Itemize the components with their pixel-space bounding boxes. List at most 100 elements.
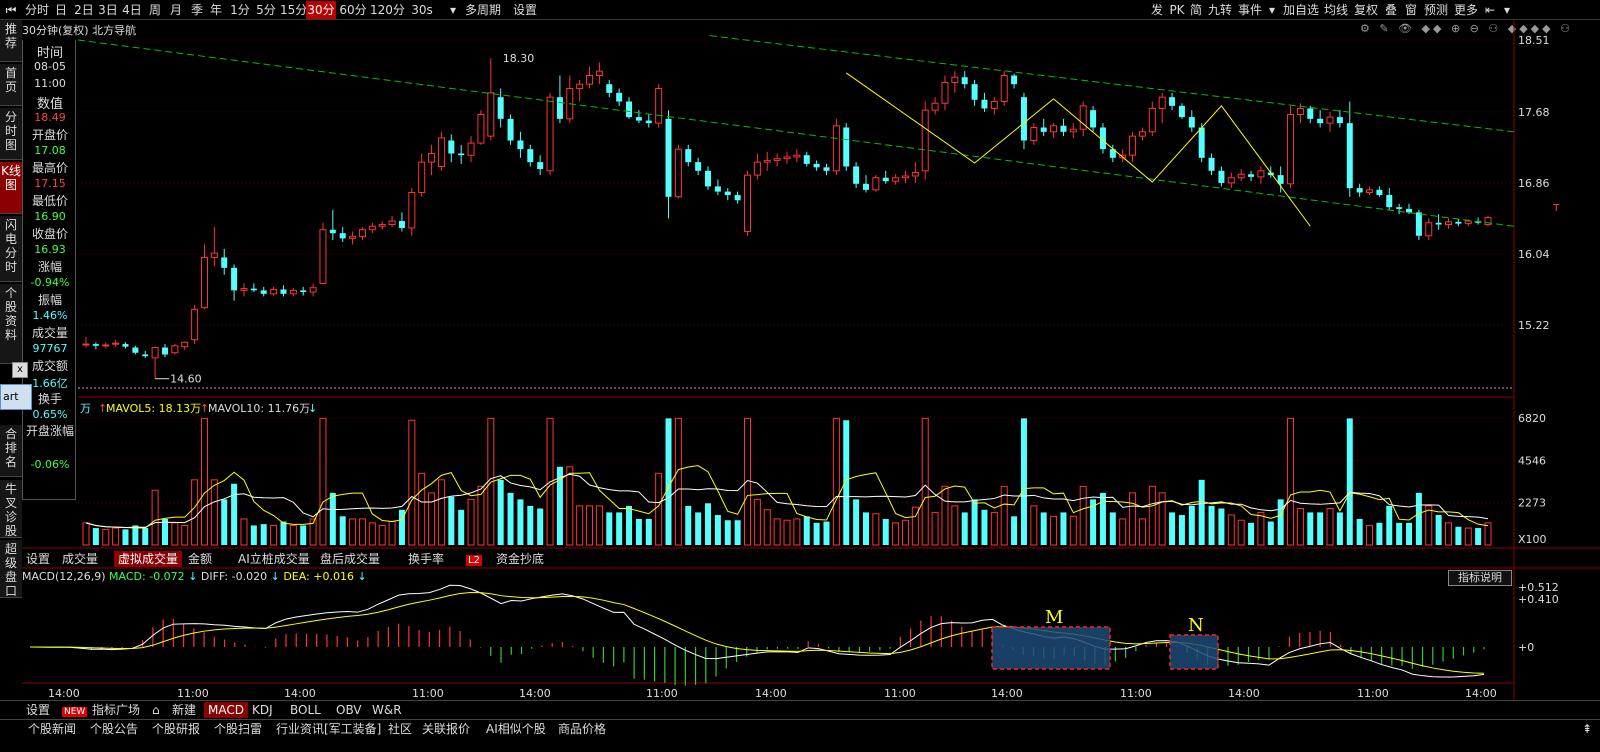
indicator-tab-5[interactable]: MACD: [204, 702, 248, 718]
time-label-4: 14:00: [519, 687, 551, 700]
info-tab-5[interactable]: 社区: [384, 721, 416, 737]
pane-tab-7[interactable]: L2: [462, 551, 488, 567]
info-tab-1[interactable]: 个股公告: [86, 721, 142, 737]
vol-bar-111: [1178, 515, 1185, 545]
vol-unit: 万: [80, 402, 91, 415]
vol-bar-129: [1356, 518, 1363, 545]
vol-bar-10: [181, 524, 189, 546]
pane-tab-8[interactable]: 资金抄底: [492, 551, 548, 567]
candle-body-43: [507, 118, 514, 141]
vol-bar-117: [1237, 519, 1245, 546]
indicator-tab-8[interactable]: OBV: [332, 702, 366, 718]
l2-badge: L2: [466, 555, 482, 566]
vol-bar-66: [734, 520, 741, 545]
candle-body-30: [378, 224, 386, 227]
candle-body-100: [1069, 128, 1077, 133]
candle-body-102: [1090, 110, 1097, 128]
pane-tab-2[interactable]: 虚拟成交量: [114, 551, 183, 567]
info-tab-8[interactable]: 商品价格: [554, 721, 610, 737]
vol-bar-29: [368, 522, 376, 546]
indicator-tabs: 设置 NEW 指标广场 ⌂ 新建 MACD KDJ BOLL OBV W&R: [0, 700, 1600, 718]
vol-bar-51: [586, 505, 594, 546]
candle-body-57: [645, 120, 652, 124]
pane-tab-5[interactable]: 盘后成交量: [316, 551, 384, 567]
vol-bar-123: [1296, 508, 1304, 546]
vol-bar-72: [793, 518, 801, 546]
candle-body-44: [517, 140, 524, 150]
collapse-icon[interactable]: ⇞: [1578, 721, 1596, 737]
info-tab-2[interactable]: 个股研报: [148, 721, 204, 737]
vol-bar-14: [221, 499, 228, 545]
candle-body-38: [458, 153, 465, 156]
diff-value: DIFF: -0.020: [200, 570, 268, 583]
candle-body-23: [309, 287, 317, 293]
info-tab-6[interactable]: 关联报价: [418, 721, 474, 737]
indicator-tab-0[interactable]: 设置: [22, 702, 54, 718]
candle-body-7: [151, 347, 159, 359]
indicator-tab-4[interactable]: 新建: [168, 702, 200, 718]
candle-body-10: [181, 341, 189, 348]
indicator-tab-3[interactable]: ⌂: [148, 702, 164, 718]
vol-tick-3: X100: [1518, 533, 1547, 546]
vol-bar-33: [408, 419, 416, 546]
vol-tick-1: 4546: [1518, 454, 1546, 467]
vol-bar-127: [1336, 512, 1343, 545]
pane-tab-4[interactable]: AI立桩成交量: [234, 551, 314, 567]
vol-bar-52: [595, 505, 603, 546]
candle-body-13: [210, 252, 218, 258]
vol-bar-65: [724, 520, 731, 545]
vol-bar-119: [1257, 511, 1265, 546]
indicator-tab-7[interactable]: BOLL: [286, 702, 325, 718]
candle-body-134: [1406, 208, 1413, 213]
price-tick-1: 17.68: [1518, 106, 1550, 119]
candle-body-12: [200, 256, 208, 309]
info-tab-4[interactable]: 行业资讯[军工装备]: [272, 721, 385, 737]
vol-bar-132: [1386, 505, 1393, 545]
signal-box-m: [991, 626, 1111, 670]
vol-bar-126: [1326, 508, 1334, 546]
candle-body-77: [843, 127, 850, 167]
vol-bar-78: [853, 499, 860, 545]
candle-body-17: [250, 288, 257, 291]
indicator-tab-6[interactable]: KDJ: [248, 702, 277, 718]
info-tab-3[interactable]: 个股扫雷: [210, 721, 266, 737]
candle-body-41: [487, 92, 495, 137]
candle-body-116: [1227, 177, 1235, 184]
candle-body-28: [358, 229, 366, 238]
vol-bar-17: [250, 525, 257, 545]
vol-bar-122: [1287, 417, 1295, 546]
vol-bar-39: [467, 498, 475, 546]
high-annotation: 18.30: [503, 52, 535, 65]
mavol5-label: MAVOL5: 18.13万: [106, 402, 201, 415]
candle-body-63: [705, 170, 712, 187]
info-tab-0[interactable]: 个股新闻: [24, 721, 80, 737]
info-tab-7[interactable]: AI相似个股: [482, 721, 550, 737]
vol-bar-108: [1148, 485, 1156, 546]
vol-bar-118: [1248, 522, 1255, 545]
candle-body-130: [1366, 189, 1374, 193]
vol-bar-98: [1050, 515, 1058, 546]
pane-tab-3[interactable]: 金额: [184, 551, 216, 567]
vol-bar-139: [1455, 526, 1462, 545]
time-label-10: 14:00: [1228, 687, 1260, 700]
candle-body-95: [1020, 97, 1027, 141]
indicator-tab-2[interactable]: 指标广场: [88, 702, 144, 718]
candle-body-11: [191, 308, 199, 341]
indicator-tab-9[interactable]: W&R: [368, 702, 406, 718]
candle-body-90: [971, 84, 978, 100]
indicator-help-button[interactable]: 指标说明: [1448, 570, 1512, 586]
candle-body-91: [981, 99, 988, 109]
candle-body-45: [527, 149, 534, 163]
time-label-7: 11:00: [884, 687, 916, 700]
vol-bar-85: [921, 417, 929, 546]
vol-bar-95: [1020, 418, 1027, 545]
candle-body-136: [1425, 222, 1433, 237]
vol-bar-49: [566, 466, 574, 546]
pane-tab-6[interactable]: 换手率: [404, 551, 448, 567]
candle-body-0: [82, 343, 90, 346]
signal-label-m: M: [1045, 607, 1063, 628]
candle-body-60: [674, 148, 682, 198]
pane-tab-1[interactable]: 成交量: [58, 551, 102, 567]
pane-tab-0[interactable]: 设置: [22, 551, 54, 567]
kline-chart[interactable]: 18.51 17.68 16.86 16.04 15.22 18.30 14.60 T 6820…: [0, 0, 1600, 752]
